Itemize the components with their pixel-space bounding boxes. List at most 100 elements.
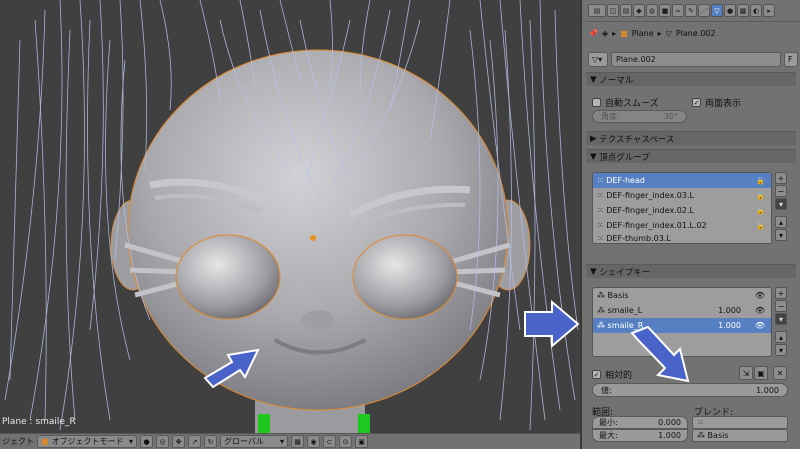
move-down-button[interactable]: ▾ [775, 344, 787, 356]
shape-keys-panel-header[interactable]: ▼ シェイプキー [586, 264, 796, 278]
list-item[interactable]: ⁂ smaile_L 1.000 👁 [593, 303, 771, 318]
manipulator-icon[interactable]: ✥ [172, 435, 185, 448]
pin-icon[interactable]: 📌 [588, 29, 598, 38]
texture-space-title: テクスチャスペース [599, 134, 675, 145]
constraints-tab-icon[interactable]: ∞ [672, 4, 684, 17]
max-label: 最大: [599, 431, 618, 440]
remove-shape-key-button[interactable]: − [775, 300, 787, 312]
min-label: 最小: [599, 418, 618, 427]
expand-icon: ▼ [590, 151, 600, 162]
fake-user-button[interactable]: F [784, 52, 798, 67]
character-model [0, 0, 580, 433]
eye-icon[interactable]: 👁 [755, 291, 765, 300]
edit-mode-button[interactable]: ▣ [754, 366, 768, 380]
shading-icon[interactable]: ● [140, 435, 153, 448]
auto-smooth-checkbox[interactable]: 自動スムーズ [592, 96, 659, 109]
vertex-group-name: DEF-finger_index.02.L [606, 206, 694, 215]
move-down-button[interactable]: ▾ [775, 229, 787, 241]
properties-editor: ▤ ◫ ▤ ◆ ◍ ■ ∞ ✎ ⋰ ▽ ● ▩ ◐ ▸ 📌 ◈ ▸ ■ Plan… [581, 0, 800, 449]
remove-vertex-group-button[interactable]: − [775, 185, 787, 197]
relative-key-field[interactable]: ⁂ Basis [692, 429, 788, 442]
data-tab-icon[interactable]: ▽ [711, 4, 723, 17]
add-shape-key-button[interactable]: + [775, 287, 787, 299]
render-icon[interactable]: ▣ [355, 435, 368, 448]
snap-target-icon[interactable]: ⊙ [339, 435, 352, 448]
move-up-button[interactable]: ▴ [775, 216, 787, 228]
list-item[interactable]: ⁙ DEF-thumb.03.L [593, 233, 771, 244]
scene-tab-icon[interactable]: ◆ [633, 4, 645, 17]
lock-icon[interactable]: 🔓 [756, 207, 765, 215]
list-item[interactable]: ⁙ DEF-finger_index.01.L.02 🔓 [593, 218, 771, 233]
mesh-name-value: Plane.002 [616, 55, 656, 64]
slider-min-field[interactable]: 最小: 0.000 [592, 416, 688, 429]
vertex-group-name: DEF-finger_index.01.L.02 [606, 221, 707, 230]
scroll-tab-icon[interactable]: ▸ [763, 4, 775, 17]
annotation-arrow [630, 325, 690, 383]
expand-icon: ▼ [590, 74, 600, 85]
layers-icon[interactable]: ▦ [291, 435, 304, 448]
eye-icon[interactable]: 👁 [755, 321, 765, 330]
translate-icon[interactable]: ↗ [188, 435, 201, 448]
cube-icon: ■ [620, 28, 628, 38]
check-icon: ✓ [592, 370, 601, 379]
vertex-group-name: DEF-finger_index.03.L [606, 191, 694, 200]
list-item[interactable]: ⁙ DEF-finger_index.02.L 🔓 [593, 203, 771, 218]
lock-icon[interactable]: 🔓 [756, 192, 765, 200]
chevron-right-icon: ▸ [657, 28, 662, 38]
mesh-selector: ▽▾ Plane.002 F [588, 52, 798, 67]
expand-icon: ▼ [590, 266, 600, 277]
angle-value: 30° [663, 112, 678, 121]
editor-type-icon[interactable]: ▤ [588, 4, 606, 17]
vertex-group-specials-button[interactable]: ▾ [775, 198, 787, 210]
auto-smooth-angle-field[interactable]: 角度: 30° [592, 110, 687, 123]
rotate-icon[interactable]: ↻ [204, 435, 217, 448]
list-item[interactable]: ⁙ DEF-head 🔓 [593, 173, 771, 188]
mesh-browse-icon[interactable]: ▽▾ [588, 52, 608, 67]
vertex-group-blend-field[interactable]: ⁙ [692, 416, 788, 429]
mesh-name-field[interactable]: Plane.002 [611, 52, 781, 67]
list-item[interactable]: ⁂ Basis 👁 [593, 288, 771, 303]
texture-tab-icon[interactable]: ▩ [737, 4, 749, 17]
snap-icon[interactable]: ⊂ [323, 435, 336, 448]
3d-viewport[interactable]: Plane : smaile_R [0, 0, 580, 433]
shape-key-value[interactable]: 1.000 [718, 306, 741, 315]
vertex-groups-panel-header[interactable]: ▼ 頂点グループ [586, 149, 796, 163]
layers-tab-icon[interactable]: ▤ [620, 4, 632, 17]
shape-key-specials-button[interactable]: ▾ [775, 313, 787, 325]
pivot-icon[interactable]: ◎ [156, 435, 169, 448]
shape-key-value[interactable]: 1.000 [718, 321, 741, 330]
material-tab-icon[interactable]: ● [724, 4, 736, 17]
mode-select[interactable]: ■ オブジェクトモード ▾ [37, 435, 137, 448]
slider-max-field[interactable]: 最大: 1.000 [592, 429, 688, 442]
properties-tabs: ▤ ◫ ▤ ◆ ◍ ■ ∞ ✎ ⋰ ▽ ● ▩ ◐ ▸ [582, 0, 800, 22]
render-tab-icon[interactable]: ◫ [607, 4, 619, 17]
object-tab-icon[interactable]: ■ [659, 4, 671, 17]
lock-icon[interactable]: 🔓 [756, 177, 765, 185]
orientation-select[interactable]: グローバル ▾ [220, 435, 288, 448]
double-sided-checkbox[interactable]: ✓ 両面表示 [692, 96, 741, 109]
viewport-header: ジェクト ■ オブジェクトモード ▾ ● ◎ ✥ ↗ ↻ グローバル ▾ ▦ ◉… [0, 433, 580, 449]
add-vertex-group-button[interactable]: + [775, 172, 787, 184]
mode-label: オブジェクトモード [51, 437, 124, 446]
shape-key-pin-button[interactable]: ⇲ [739, 366, 753, 380]
object-menu[interactable]: ジェクト [2, 436, 34, 447]
double-sided-label: 両面表示 [705, 99, 742, 109]
list-item[interactable]: ⁙ DEF-finger_index.03.L 🔓 [593, 188, 771, 203]
world-tab-icon[interactable]: ◍ [646, 4, 658, 17]
modifiers-tab-icon[interactable]: ✎ [685, 4, 697, 17]
clear-weights-button[interactable]: ✕ [773, 366, 787, 380]
move-up-button[interactable]: ▴ [775, 331, 787, 343]
group-icon: ⁙ [597, 206, 607, 215]
max-value: 1.000 [658, 431, 681, 440]
physics-tab-icon[interactable]: ◐ [750, 4, 762, 17]
texture-space-panel-header[interactable]: ▶ テクスチャスペース [586, 131, 796, 145]
lock-icon[interactable]: 🔓 [756, 222, 765, 230]
orientation-label: グローバル [224, 437, 264, 446]
normals-panel-header[interactable]: ▼ ノーマル [586, 72, 796, 86]
proportional-icon[interactable]: ◉ [307, 435, 320, 448]
vertex-groups-title: 頂点グループ [599, 152, 650, 163]
particles-tab-icon[interactable]: ⋰ [698, 4, 710, 17]
normals-title: ノーマル [599, 75, 634, 86]
eye-icon[interactable]: 👁 [755, 306, 765, 315]
vertex-group-name: DEF-thumb.03.L [606, 234, 671, 243]
